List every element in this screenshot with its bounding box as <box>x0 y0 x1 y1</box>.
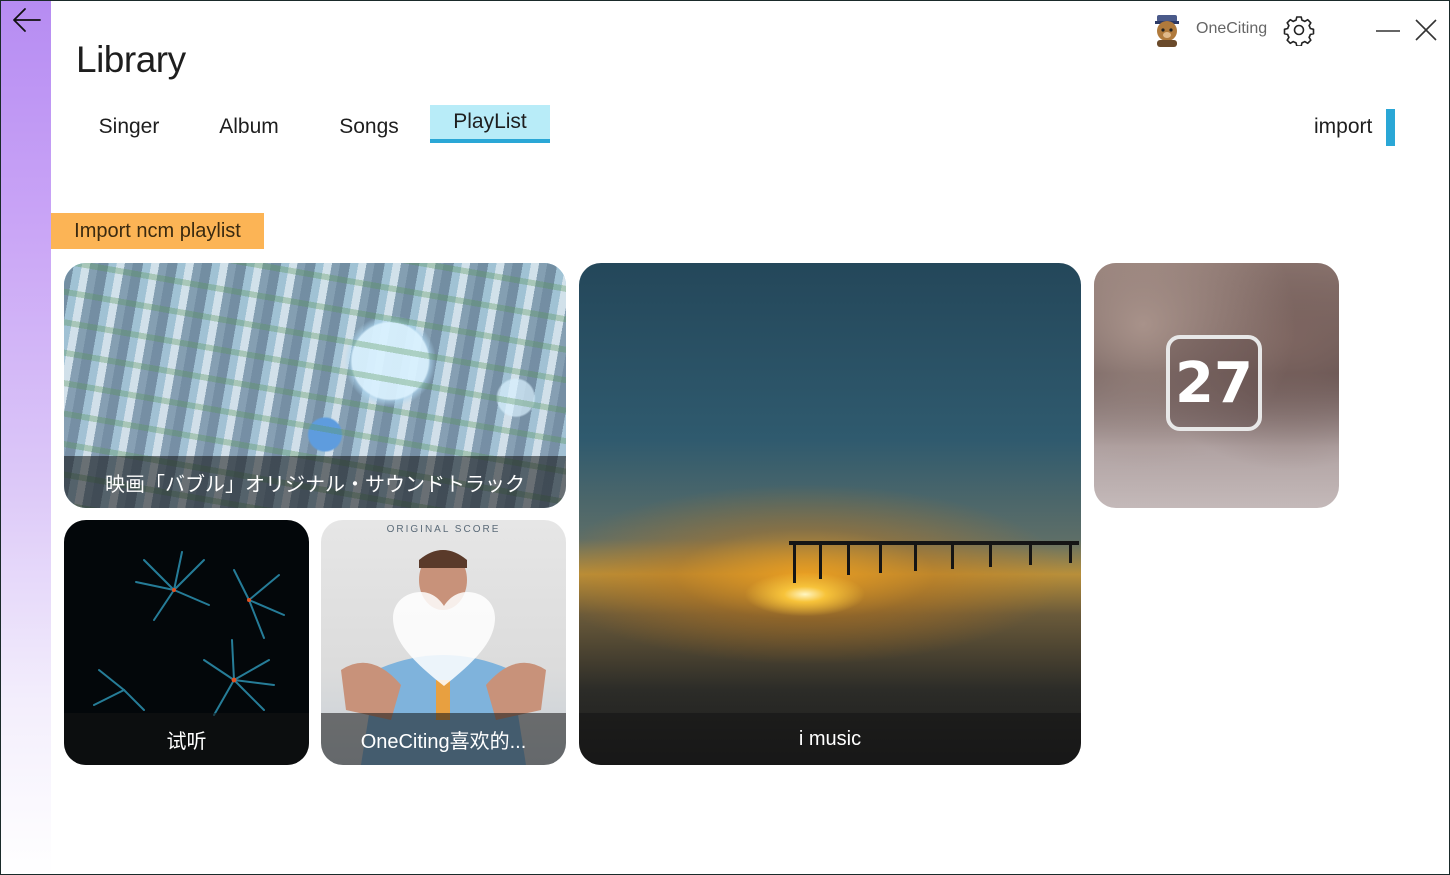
playlist-title: 映画「バブル」オリジナル・サウンドトラック <box>64 456 566 508</box>
playlist-title: OneCiting喜欢的... <box>321 713 566 765</box>
tab-album[interactable]: Album <box>199 109 299 145</box>
tab-singer[interactable]: Singer <box>79 109 179 145</box>
gear-icon <box>1283 16 1315 47</box>
playlist-title: 试听 <box>64 713 309 765</box>
avatar[interactable] <box>1151 13 1183 47</box>
heart-icon <box>393 592 495 686</box>
minimize-button[interactable] <box>1373 17 1403 45</box>
import-button[interactable]: import <box>1314 115 1372 139</box>
playlist-card-trial[interactable]: 试听 <box>64 520 309 765</box>
tab-songs[interactable]: Songs <box>319 109 419 145</box>
playlist-card-calendar[interactable]: 27 <box>1094 263 1339 508</box>
sidebar-strip <box>1 1 51 874</box>
playlist-card-bubble[interactable]: 映画「バブル」オリジナル・サウンドトラック <box>64 263 566 508</box>
playlist-title: i music <box>579 713 1081 765</box>
close-icon <box>1415 19 1437 41</box>
settings-button[interactable] <box>1283 14 1315 47</box>
back-arrow-icon <box>13 8 41 32</box>
username[interactable]: OneCiting <box>1196 20 1267 38</box>
app-window: Library Singer Album Songs PlayList OneC… <box>0 0 1450 875</box>
avatar-icon <box>1155 15 1179 47</box>
minimize-icon <box>1376 30 1400 32</box>
import-ncm-playlist-button[interactable]: Import ncm playlist <box>51 213 264 249</box>
calendar-icon: 27 <box>1166 335 1262 431</box>
close-button[interactable] <box>1411 15 1441 45</box>
page-title: Library <box>76 39 186 80</box>
poster-text: ORIGINAL SCORE <box>386 524 501 535</box>
playlist-cover-image <box>579 263 1081 765</box>
playlist-card-liked[interactable]: ORIGINAL SCORE OneCiting喜欢的... <box>321 520 566 765</box>
import-accent-bar <box>1386 109 1395 146</box>
pier-illustration <box>789 541 1079 583</box>
back-button[interactable] <box>9 5 45 35</box>
tab-playlist[interactable]: PlayList <box>430 105 550 143</box>
playlist-card-i-music[interactable]: i music <box>579 263 1081 765</box>
